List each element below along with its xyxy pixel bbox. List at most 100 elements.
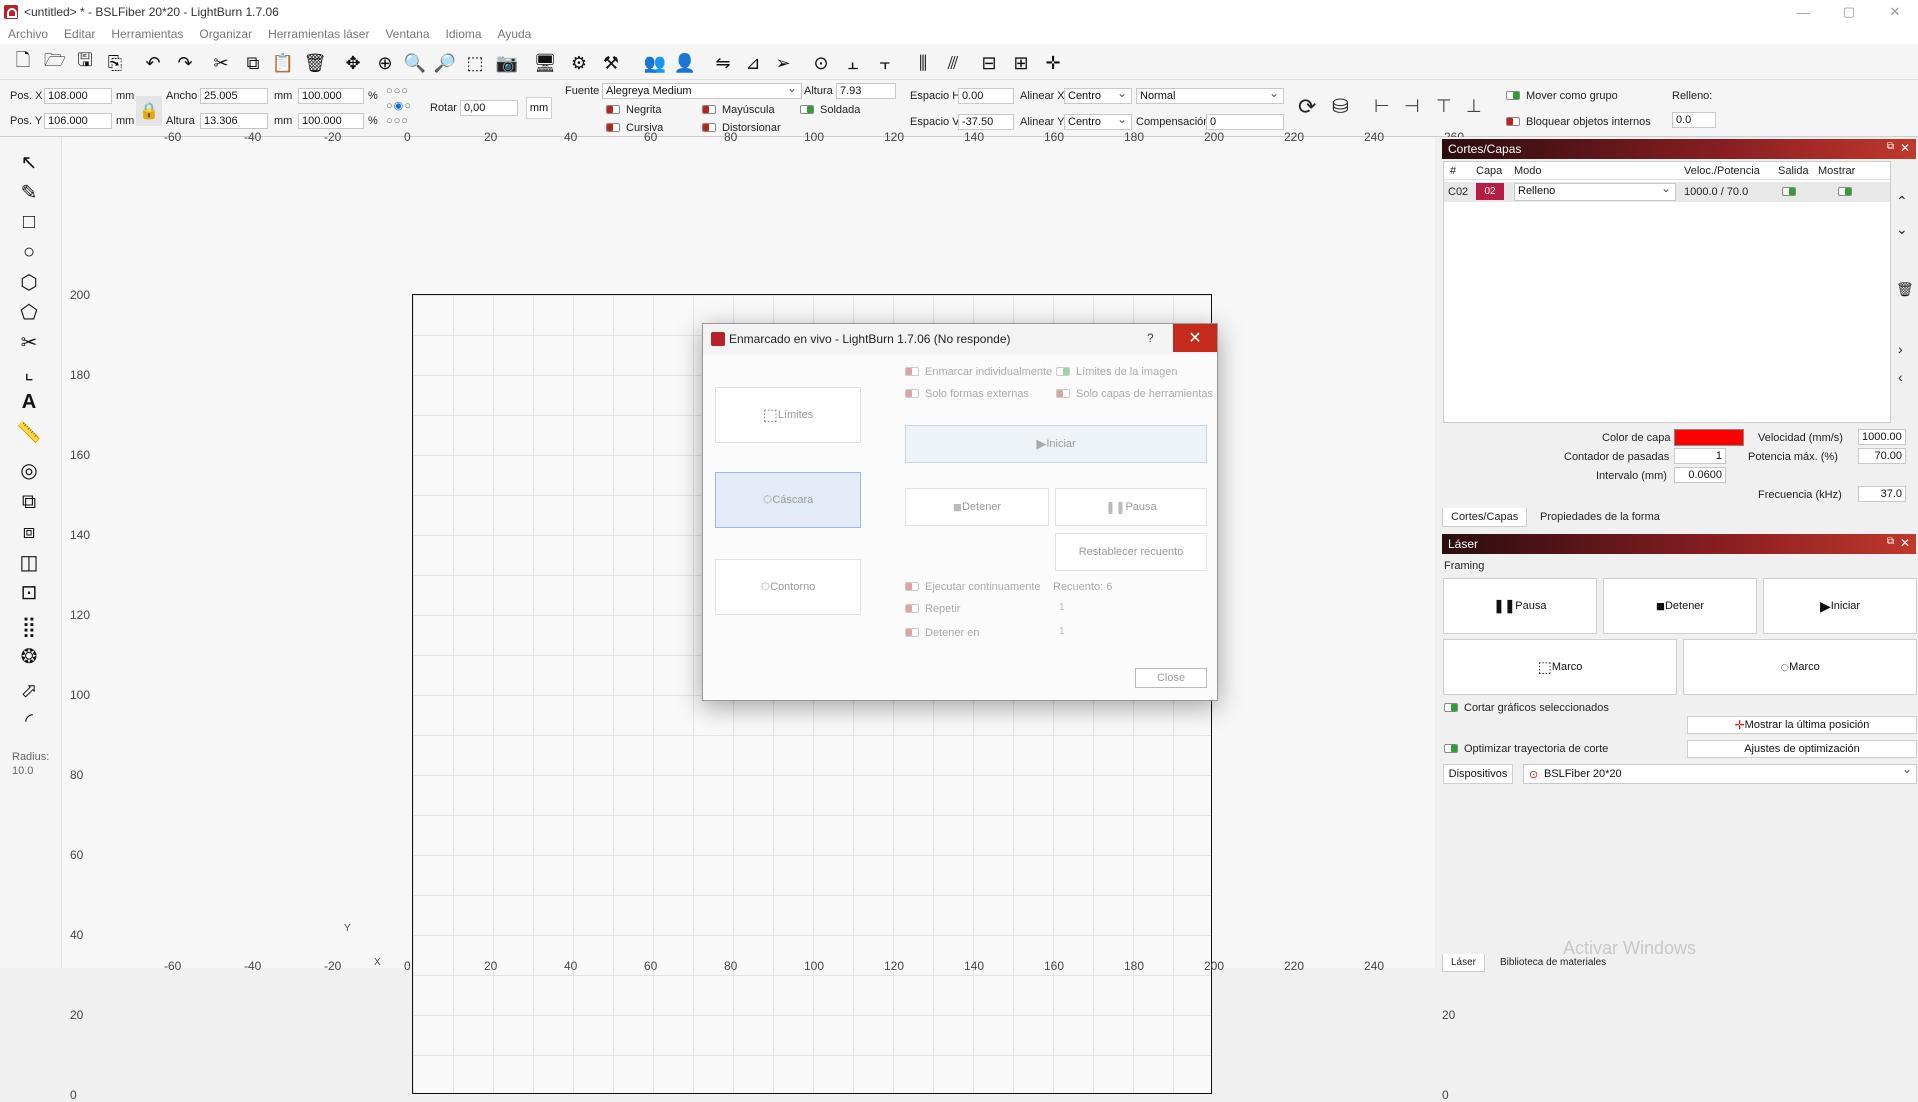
dialog-close-button[interactable]: ✕ <box>1173 324 1217 352</box>
pos-y-input[interactable]: 106.000 <box>44 113 112 129</box>
anchor-grid-icon[interactable]: ○○○ ○◉○ ○○○ <box>386 84 428 130</box>
copy-icon[interactable]: ⧉ <box>240 50 266 76</box>
cut-selected-toggle[interactable] <box>1444 703 1458 712</box>
polygon-alt-icon[interactable]: ⬠ <box>16 299 42 325</box>
position-laser-icon[interactable]: ⌞ <box>16 359 42 385</box>
passes-input[interactable]: 1 <box>1674 448 1726 464</box>
max-power-input[interactable]: 70.00 <box>1858 448 1906 464</box>
open-folder-icon[interactable]: 🗁 <box>42 50 68 76</box>
corner-icon[interactable]: ◜ <box>16 707 42 733</box>
devices-button[interactable]: Dispositivos <box>1443 764 1513 784</box>
repeat-toggle[interactable] <box>905 604 919 613</box>
frame-start-button[interactable]: ▶ Iniciar <box>905 425 1207 463</box>
frame-rect-button[interactable]: ⬚ Marco <box>1443 639 1677 695</box>
move-icon[interactable]: ✥ <box>340 50 366 76</box>
lock-inner-toggle[interactable] <box>1506 117 1520 126</box>
trash-icon[interactable]: 🗑 <box>1896 281 1914 298</box>
close-icon[interactable]: ✕ <box>1900 536 1910 550</box>
lock-ratio-icon[interactable]: 🔒 <box>136 96 162 126</box>
zoom-in-icon[interactable]: 🔍 <box>402 50 428 76</box>
arrow-right-icon[interactable]: › <box>1898 341 1903 357</box>
dock-top-icon[interactable]: ⊤ <box>1436 96 1452 117</box>
dock-center-icon[interactable]: ⊣ <box>1404 96 1420 117</box>
rectangle-icon[interactable]: □ <box>16 209 42 235</box>
optimize-toggle[interactable] <box>1444 744 1458 753</box>
layer-color-swatch[interactable] <box>1674 429 1744 446</box>
grid-array-icon[interactable]: ⣿ <box>16 613 42 639</box>
zoom-fit-icon[interactable]: ⊕ <box>372 50 398 76</box>
run-continuously-toggle[interactable] <box>905 582 919 591</box>
align-v-icon[interactable]: ⊞ <box>1008 50 1034 76</box>
minimize-button[interactable]: — <box>1780 0 1826 24</box>
paste-icon[interactable]: 📋 <box>270 50 296 76</box>
tab-laser[interactable]: Láser <box>1442 954 1486 972</box>
contour-button[interactable]: ◌ Contorno <box>715 559 861 615</box>
stop-at-input[interactable]: 1 <box>1057 626 1207 642</box>
text-mode-select[interactable]: Normal <box>1136 88 1284 104</box>
tab-cuts-layers[interactable]: Cortes/Capas <box>1442 508 1528 527</box>
float-icon[interactable]: ⧉ <box>1887 536 1894 547</box>
new-file-icon[interactable]: 🗋 <box>10 50 36 76</box>
cut-icon[interactable]: ✂ <box>208 50 234 76</box>
units-button[interactable]: mm <box>526 97 552 119</box>
maximize-button[interactable]: ▢ <box>1826 0 1872 24</box>
ellipse-icon[interactable]: ○ <box>16 239 42 265</box>
weld-icon[interactable]: ⊡ <box>16 579 42 605</box>
float-icon[interactable]: ⧉ <box>1887 141 1894 152</box>
align-center-icon[interactable]: ⫟ <box>872 50 898 76</box>
boolean-intersect-icon[interactable]: ◫ <box>16 549 42 575</box>
circular-array-icon[interactable]: ❂ <box>16 643 42 669</box>
mirror-v-icon[interactable]: ⊿ <box>740 50 766 76</box>
offset-icon[interactable]: ◎ <box>16 457 42 483</box>
stop-at-toggle[interactable] <box>905 628 919 637</box>
close-button[interactable]: ✕ <box>1872 0 1918 24</box>
move-up-icon[interactable]: ⌃ <box>1896 193 1908 210</box>
target-icon[interactable]: ⊙ <box>808 50 834 76</box>
pencil-icon[interactable]: ✎ <box>16 179 42 205</box>
width-pct-input[interactable]: 100.000 <box>298 88 364 104</box>
scissors-icon[interactable]: ✂ <box>16 329 42 355</box>
measure-icon[interactable]: 📏 <box>16 419 42 445</box>
frame-pause-button[interactable]: ❚❚ Pausa <box>1055 488 1207 526</box>
polygon-icon[interactable]: ⬡ <box>16 269 42 295</box>
tab-icon[interactable]: ⬀ <box>16 677 42 703</box>
vspace-input[interactable]: -37.50 <box>958 114 1014 130</box>
height-pct-input[interactable]: 100.000 <box>298 113 364 129</box>
align-x-select[interactable]: Centro <box>1064 88 1132 104</box>
dock-bottom-icon[interactable]: ⊥ <box>1466 96 1482 117</box>
center-icon[interactable]: ✛ <box>1040 50 1066 76</box>
weld-toggle[interactable] <box>800 105 814 114</box>
menu-editar[interactable]: Editar <box>56 27 103 41</box>
menu-ventana[interactable]: Ventana <box>377 27 437 41</box>
font-select[interactable]: Alegreya Medium <box>602 83 802 99</box>
boolean-subtract-icon[interactable]: ⧈ <box>16 519 42 545</box>
pause-button[interactable]: ❚❚ Pausa <box>1443 578 1597 634</box>
select-cursor-icon[interactable]: ↖ <box>16 149 42 175</box>
zoom-selection-icon[interactable]: ⬚ <box>462 50 488 76</box>
menu-organizar[interactable]: Organizar <box>191 27 260 41</box>
layer-swatch[interactable]: 02 <box>1476 183 1504 200</box>
radius-value[interactable]: 10.0 <box>12 765 33 777</box>
only-tool-layers-toggle[interactable] <box>1056 389 1070 398</box>
arrow-left-icon[interactable]: ‹ <box>1898 369 1903 385</box>
frame-stop-button[interactable]: ■ Detener <box>905 488 1049 526</box>
output-toggle[interactable] <box>1782 187 1796 196</box>
device-select[interactable]: BSLFiber 20*20 <box>1523 764 1917 784</box>
bold-toggle[interactable] <box>606 105 620 114</box>
menu-herramientas-laser[interactable]: Herramientas láser <box>260 27 377 41</box>
group-icon[interactable]: 👥 <box>642 50 668 76</box>
move-down-icon[interactable]: ⌄ <box>1896 221 1908 238</box>
ungroup-icon[interactable]: 👤 <box>672 50 698 76</box>
tools-icon[interactable]: ⚒ <box>598 50 624 76</box>
rotate-input[interactable]: 0,00 <box>460 100 518 116</box>
redo-icon[interactable]: ↷ <box>172 50 198 76</box>
table-row[interactable]: C02 02 Relleno 1000.0 / 70.0 <box>1444 182 1890 202</box>
shell-button[interactable]: ◌ Cáscara <box>715 472 861 528</box>
reset-count-button[interactable]: Restablecer recuento <box>1055 533 1207 571</box>
height-input[interactable]: 13.306 <box>200 113 268 129</box>
show-toggle[interactable] <box>1838 187 1852 196</box>
import-icon[interactable]: ⎘ <box>102 50 128 76</box>
mirror-h-icon[interactable]: ⇋ <box>710 50 736 76</box>
delete-icon[interactable]: 🗑 <box>302 50 328 76</box>
only-outer-toggle[interactable] <box>905 389 919 398</box>
